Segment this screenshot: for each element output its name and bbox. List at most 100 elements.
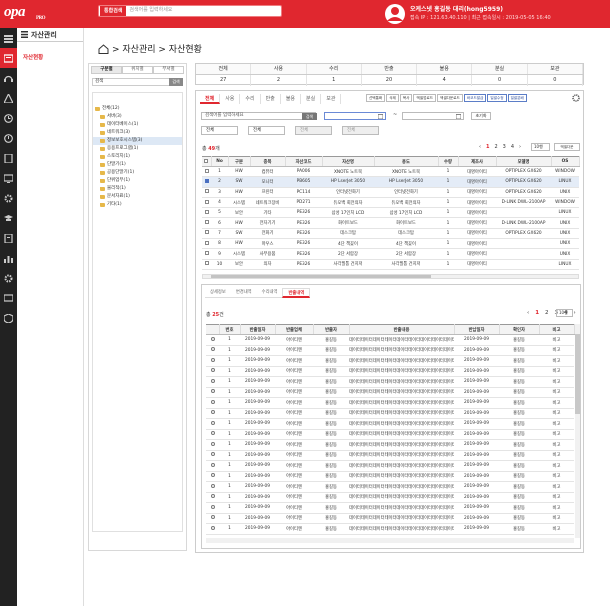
monitor-icon[interactable] <box>0 168 17 188</box>
tree-node[interactable]: 서버(3) <box>93 113 182 121</box>
tab-by-location[interactable]: 위치별 <box>122 66 153 74</box>
action-button[interactable]: 삭제 <box>386 94 399 102</box>
checkbox-icon[interactable] <box>204 199 209 204</box>
table-row[interactable]: 2 SW 모니터 PB605 HP LserJet 3050 HP LserJet 305… <box>202 176 579 188</box>
row-radio[interactable] <box>206 523 219 535</box>
column-header[interactable]: 확인자 <box>499 324 540 335</box>
tab-status[interactable]: 불용 <box>281 94 302 104</box>
table-row[interactable]: 1 2019-09-09 아이티엔 홍길동 데이터테이터데이터테이터데이터테이터데이터테… <box>206 355 574 367</box>
radio-icon[interactable] <box>210 347 215 352</box>
tree-node[interactable]: 물리적(1) <box>93 185 182 193</box>
vertical-scrollbar[interactable] <box>575 324 580 538</box>
radio-icon[interactable] <box>210 462 215 467</box>
tree-node[interactable]: 데이터베이스(1) <box>93 121 182 129</box>
table-row[interactable]: 1 2019-09-09 아이티엔 홍길동 데이터테이터데이터테이터데이터테이터데이터테… <box>206 376 574 388</box>
settings-icon[interactable] <box>0 268 17 288</box>
tree-node[interactable]: 네트워크(3) <box>93 129 182 137</box>
row-radio[interactable] <box>206 492 219 503</box>
radio-icon[interactable] <box>210 483 215 488</box>
table-row[interactable]: 1 2019-09-09 아이티엔 홍길동 데이터테이터데이터테이터데이터테이터데이터테… <box>206 513 574 524</box>
row-radio[interactable] <box>206 513 219 524</box>
row-radio[interactable] <box>206 460 219 472</box>
column-header[interactable]: 반출일자 <box>240 324 276 335</box>
row-checkbox[interactable] <box>202 207 211 219</box>
row-radio[interactable] <box>206 450 219 461</box>
action-button[interactable]: 엑셀업로드 <box>413 94 437 102</box>
radio-icon[interactable] <box>210 357 215 362</box>
prev-page-icon[interactable]: ‹ <box>527 310 529 316</box>
filter-select-2[interactable]: 전체 <box>248 126 285 135</box>
status-value[interactable]: 1 <box>307 75 362 86</box>
table-row[interactable]: 5 보안 기타 PE326 삼성 17인치 LCD 삼성 17인치 LCD 1 대명아이티 LI… <box>202 207 579 219</box>
status-value[interactable]: 2 <box>251 75 307 86</box>
calendar-icon[interactable] <box>378 114 383 119</box>
shield-icon[interactable] <box>0 308 17 328</box>
row-checkbox[interactable] <box>202 259 211 270</box>
radio-icon[interactable] <box>210 452 215 457</box>
row-checkbox[interactable] <box>202 166 211 178</box>
table-row[interactable]: 1 2019-09-09 아이티엔 홍길동 데이터테이터데이터테이터데이터테이터데이터테… <box>206 523 574 535</box>
column-header[interactable]: 반납일자 <box>454 324 500 335</box>
page-number[interactable]: 4 <box>511 144 514 150</box>
row-radio[interactable] <box>206 418 219 430</box>
row-checkbox[interactable] <box>202 187 211 198</box>
tree-node[interactable]: 문서자료(1) <box>93 193 182 201</box>
dashboard-icon[interactable] <box>0 28 17 48</box>
action-button[interactable]: 선택통화 <box>366 94 386 102</box>
tab-status[interactable]: 전체 <box>200 94 221 104</box>
action-button[interactable]: 복사 <box>399 94 413 102</box>
radio-icon[interactable] <box>210 368 215 373</box>
filter-select-1[interactable]: 전체 <box>201 126 238 135</box>
action-button[interactable]: 바코드발급 <box>463 94 487 102</box>
keyword-input[interactable]: 검색어를 입력하세요 <box>201 112 316 120</box>
status-value[interactable]: 27 <box>196 75 252 86</box>
tab-by-department[interactable]: 부서별 <box>153 66 184 74</box>
radio-icon[interactable] <box>210 441 215 446</box>
row-radio[interactable] <box>206 502 219 514</box>
page-number[interactable]: 2 <box>545 310 549 316</box>
radio-icon[interactable] <box>210 378 215 383</box>
page-number[interactable]: 3 <box>503 144 506 150</box>
page-number[interactable]: 1 <box>535 310 539 316</box>
table-row[interactable]: 1 2019-09-09 아이티엔 홍길동 데이터테이터데이터테이터데이터테이터데이터테… <box>206 366 574 377</box>
search-button[interactable]: 검색 <box>302 113 317 120</box>
screen-icon[interactable] <box>0 288 17 308</box>
return-rows-per-page-select[interactable]: 10행 <box>556 309 573 317</box>
tab-status[interactable]: 분실 <box>301 94 322 104</box>
next-page-icon[interactable]: › <box>519 144 521 150</box>
detail-tab[interactable]: 상세정보 <box>205 288 231 298</box>
row-radio[interactable] <box>206 397 219 409</box>
column-header[interactable]: 반출자 <box>313 324 350 335</box>
column-header[interactable]: 비고 <box>539 324 575 335</box>
checkbox-icon[interactable] <box>204 240 209 245</box>
filter-select-4[interactable]: 전체 <box>342 126 379 135</box>
start-date-field[interactable] <box>324 112 386 120</box>
action-button[interactable]: 일괄수정 <box>487 94 507 102</box>
tree-node[interactable]: 스토리지(1) <box>93 153 182 161</box>
reset-button[interactable]: 초기화 <box>471 112 491 120</box>
tree-node[interactable]: 전체(12) <box>93 105 182 113</box>
table-row[interactable]: 10 보안 의자 PE326 사각필통 건지저 사각필통 건지저 1 대명아이티 LINUX <box>202 259 579 270</box>
radio-icon[interactable] <box>210 504 215 509</box>
checkbox-icon[interactable] <box>204 261 209 266</box>
checkbox-icon[interactable] <box>204 168 209 173</box>
column-header[interactable]: 종목 <box>250 156 286 167</box>
radio-icon[interactable] <box>210 525 215 530</box>
radio-icon[interactable] <box>210 389 215 394</box>
tab-status[interactable]: 수리 <box>240 94 261 104</box>
table-row[interactable]: 6 HW 전자기기 PE326 화이트보드 화이트보드 1 대명아이티 D-LINK DWL-2… <box>202 217 579 229</box>
table-row[interactable]: 7 SW 전화기 PE326 데스크탑 데스크탑 1 대명아이티 OPTIPLEX GX620 U… <box>202 228 579 240</box>
education-icon[interactable] <box>0 208 17 228</box>
excel-export-button[interactable]: 엑셀다운 <box>554 143 580 151</box>
checkbox-icon[interactable] <box>204 158 209 163</box>
radio-icon[interactable] <box>210 420 215 425</box>
logo[interactable]: opa PRO <box>4 4 48 24</box>
tree-node[interactable]: 단위업무(1) <box>93 177 182 185</box>
prev-page-icon[interactable]: ‹ <box>479 144 481 150</box>
calendar-icon[interactable] <box>456 114 461 119</box>
radio-icon[interactable] <box>210 431 215 436</box>
row-radio[interactable] <box>206 439 219 451</box>
status-value[interactable]: 4 <box>417 75 473 86</box>
radio-icon[interactable] <box>210 336 215 341</box>
chart-icon[interactable] <box>0 248 17 268</box>
